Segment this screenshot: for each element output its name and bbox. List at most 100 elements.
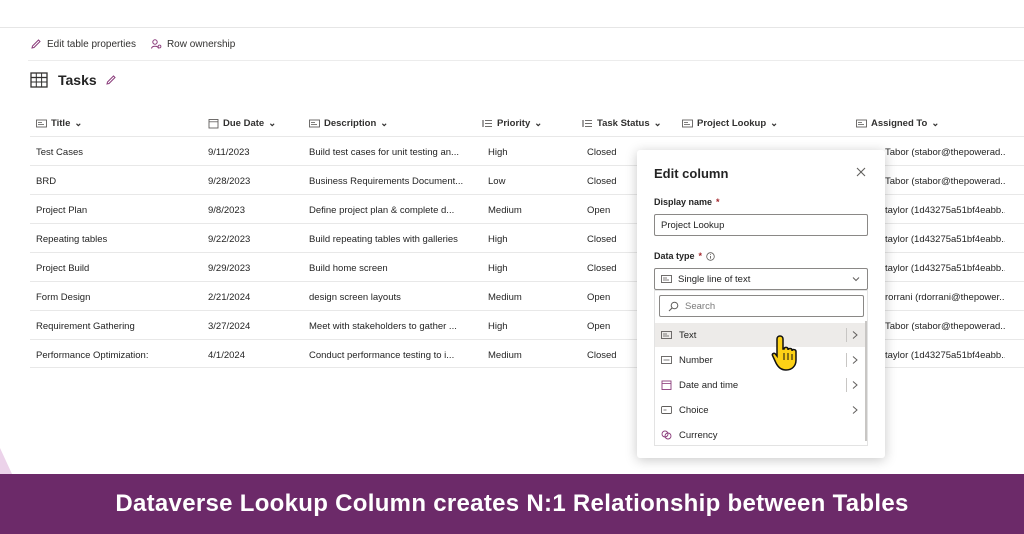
cell-title: Requirement Gathering: [36, 321, 135, 332]
cell-title: Form Design: [36, 292, 91, 303]
cell-description: Business Requirements Document...: [309, 176, 464, 187]
option-date-and-time[interactable]: Date and time: [655, 373, 867, 397]
cell-due-date: 9/28/2023: [208, 176, 251, 187]
dropdown-scrollbar[interactable]: [865, 321, 867, 441]
cell-description: design screen layouts: [309, 292, 401, 303]
divider: [846, 353, 847, 367]
row-ownership-button[interactable]: Row ownership: [150, 36, 235, 52]
search-placeholder: Search: [685, 300, 716, 312]
info-icon[interactable]: [706, 251, 715, 261]
text-icon: [661, 331, 672, 339]
cell-priority: Medium: [488, 292, 522, 303]
chevron-down-icon: ⌄: [931, 118, 940, 129]
cell-priority: High: [488, 234, 508, 245]
display-name-label: Display name *: [654, 197, 720, 207]
data-type-select[interactable]: Single line of text: [654, 268, 868, 290]
chevron-right-icon[interactable]: [851, 330, 859, 340]
cell-priority: Medium: [488, 350, 522, 361]
option-label: Number: [679, 354, 713, 366]
currency-icon: [661, 430, 672, 440]
text-icon: [661, 275, 672, 283]
calendar-icon: [661, 380, 672, 390]
choice-list-icon: [582, 120, 592, 127]
edit-name-pencil-icon[interactable]: [105, 74, 117, 86]
cell-description: Build test cases for unit testing an...: [309, 147, 459, 158]
required-mark: *: [698, 251, 703, 261]
chevron-right-icon[interactable]: [851, 355, 859, 365]
column-header-label: Assigned To: [871, 118, 928, 129]
chevron-down-icon: [852, 277, 860, 282]
text-column-icon: [36, 119, 47, 128]
cell-assigned-to: taylor (1d43275a51bf4eabb...: [885, 205, 1005, 216]
cell-description: Meet with stakeholders to gather ...: [309, 321, 457, 332]
cell-due-date: 4/1/2024: [208, 350, 245, 361]
column-header-due-date[interactable]: Due Date ⌄: [208, 118, 276, 129]
column-header-task-status[interactable]: Task Status ⌄: [582, 118, 662, 129]
chevron-down-icon: ⌄: [534, 118, 543, 129]
cell-due-date: 9/11/2023: [208, 147, 250, 158]
option-text[interactable]: Text: [655, 323, 867, 347]
edit-table-properties-label: Edit table properties: [47, 38, 136, 50]
divider: [846, 378, 847, 392]
display-name-input[interactable]: [654, 214, 868, 236]
data-type-label: Data type *: [654, 251, 715, 261]
cell-priority: High: [488, 321, 508, 332]
cell-due-date: 2/21/2024: [208, 292, 251, 303]
cell-priority: High: [488, 263, 508, 274]
display-name-label-text: Display name: [654, 197, 713, 207]
cell-priority: Low: [488, 176, 506, 187]
cell-assigned-to: taylor (1d43275a51bf4eabb...: [885, 263, 1005, 274]
required-mark: *: [716, 197, 720, 207]
option-label: Date and time: [679, 379, 739, 391]
data-type-label-text: Data type: [654, 251, 695, 261]
option-label: Currency: [679, 429, 718, 441]
search-input[interactable]: Search: [659, 295, 864, 317]
chevron-down-icon: ⌄: [74, 118, 83, 129]
divider: [846, 328, 847, 342]
option-currency[interactable]: Currency: [655, 423, 867, 447]
edit-column-panel: Edit column Display name * Data type * S…: [637, 150, 885, 458]
cell-due-date: 9/8/2023: [208, 205, 245, 216]
choice-icon: [661, 406, 672, 414]
chevron-right-icon[interactable]: [851, 405, 859, 415]
person-icon: [150, 39, 162, 49]
option-choice[interactable]: Choice: [655, 398, 867, 422]
row-ownership-label: Row ownership: [166, 38, 236, 50]
choice-list-icon: [482, 120, 492, 127]
corner-decoration: [0, 448, 12, 474]
column-header-label: Project Lookup: [697, 118, 767, 129]
cell-assigned-to: rorrani (rdorrani@thepower...: [885, 292, 1005, 303]
number-icon: [661, 356, 672, 364]
cell-assigned-to: Tabor (stabor@thepowerad...: [885, 321, 1005, 332]
cell-title: Performance Optimization:: [36, 350, 149, 361]
data-type-dropdown: Search Text Number Date and time Choice: [654, 290, 868, 446]
column-header-project-lookup[interactable]: Project Lookup ⌄: [682, 118, 778, 129]
close-icon[interactable]: [855, 166, 867, 178]
cell-title: Repeating tables: [36, 234, 108, 245]
column-header-title[interactable]: Title ⌄: [36, 118, 82, 129]
text-column-icon: [309, 119, 320, 128]
column-header-label: Task Status: [597, 118, 650, 129]
column-header-assigned-to[interactable]: Assigned To ⌄: [856, 118, 939, 129]
cell-title: BRD: [36, 176, 57, 187]
option-label: Choice: [679, 404, 709, 416]
option-number[interactable]: Number: [655, 348, 867, 372]
cell-title: Project Plan: [36, 205, 88, 216]
column-header-description[interactable]: Description ⌄: [309, 118, 388, 129]
column-header-label: Due Date: [223, 118, 265, 129]
option-label: Text: [679, 329, 697, 341]
command-bar: Edit table properties Row ownership: [30, 36, 235, 52]
table-name: Tasks: [58, 72, 97, 88]
cell-due-date: 3/27/2024: [208, 321, 251, 332]
chevron-right-icon[interactable]: [851, 380, 859, 390]
cell-due-date: 9/22/2023: [208, 234, 251, 245]
data-type-selected-value: Single line of text: [678, 273, 751, 285]
edit-table-properties-button[interactable]: Edit table properties: [30, 36, 136, 52]
column-header-priority[interactable]: Priority ⌄: [482, 118, 542, 129]
command-bar-divider: [28, 60, 1024, 61]
chevron-down-icon: ⌄: [653, 118, 662, 129]
pencil-icon: [31, 39, 41, 49]
cell-description: Build home screen: [309, 263, 388, 274]
column-header-label: Priority: [497, 118, 531, 129]
cell-priority: High: [488, 147, 508, 158]
